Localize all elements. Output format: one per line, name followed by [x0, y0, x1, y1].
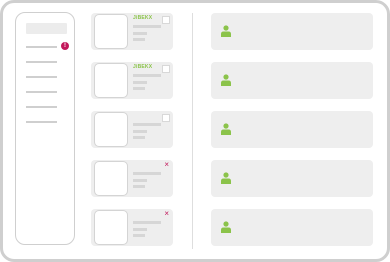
file-line — [133, 25, 161, 28]
file-tag: JiBEKX — [133, 64, 153, 70]
user-panel-3[interactable] — [211, 111, 373, 148]
file-line — [133, 38, 145, 41]
file-line — [133, 228, 147, 231]
file-line — [133, 185, 145, 188]
file-thumbnail — [94, 63, 128, 98]
file-thumbnail — [94, 14, 128, 49]
file-card-4[interactable]: × — [91, 160, 173, 197]
select-checkbox[interactable] — [162, 16, 170, 24]
file-line — [133, 172, 161, 175]
sidebar: ! — [15, 12, 75, 245]
sidebar-item-6[interactable] — [26, 121, 57, 123]
select-checkbox[interactable] — [162, 114, 170, 122]
column-divider — [192, 13, 193, 249]
file-card-2[interactable]: JiBEKX — [91, 62, 173, 99]
sidebar-item-5[interactable] — [26, 106, 57, 108]
file-line — [133, 32, 147, 35]
file-card-1[interactable]: JiBEKX — [91, 13, 173, 50]
file-thumbnail — [94, 161, 128, 196]
app-window: ! JiBEKX JiBEKX × × — [0, 0, 390, 262]
person-icon — [221, 25, 231, 37]
file-line — [133, 136, 145, 139]
sidebar-item-1[interactable] — [26, 46, 57, 48]
person-icon — [221, 74, 231, 86]
file-line — [133, 221, 161, 224]
sidebar-item-2[interactable] — [26, 61, 57, 63]
file-thumbnail — [94, 210, 128, 245]
person-icon — [221, 172, 231, 184]
notification-badge: ! — [61, 42, 69, 50]
remove-icon[interactable]: × — [164, 161, 169, 169]
person-icon — [221, 123, 231, 135]
person-icon — [221, 221, 231, 233]
user-panel-1[interactable] — [211, 13, 373, 50]
select-checkbox[interactable] — [162, 65, 170, 73]
user-panel-4[interactable] — [211, 160, 373, 197]
file-line — [133, 87, 145, 90]
sidebar-item-4[interactable] — [26, 91, 57, 93]
file-line — [133, 234, 145, 237]
file-line — [133, 74, 161, 77]
remove-icon[interactable]: × — [164, 210, 169, 218]
file-line — [133, 130, 147, 133]
sidebar-item-3[interactable] — [26, 76, 57, 78]
sidebar-header — [26, 23, 67, 34]
file-tag: JiBEKX — [133, 15, 153, 21]
file-card-5[interactable]: × — [91, 209, 173, 246]
user-panel-2[interactable] — [211, 62, 373, 99]
file-line — [133, 81, 147, 84]
file-line — [133, 179, 147, 182]
file-card-3[interactable] — [91, 111, 173, 148]
file-thumbnail — [94, 112, 128, 147]
file-line — [133, 123, 161, 126]
user-panel-5[interactable] — [211, 209, 373, 246]
